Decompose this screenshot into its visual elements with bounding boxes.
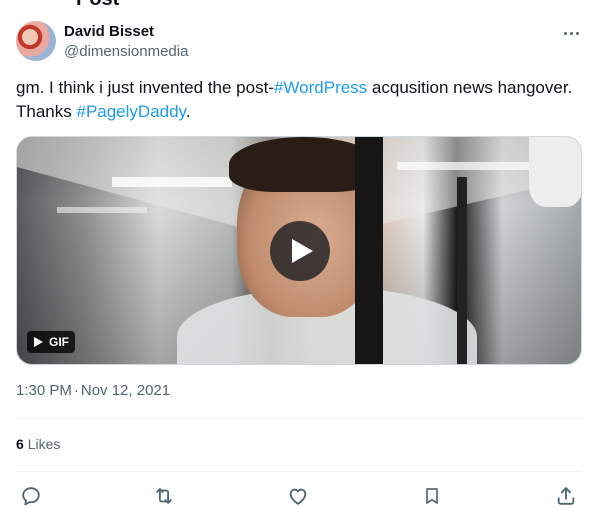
likes-stat[interactable]: 6 Likes (16, 436, 60, 452)
play-icon (292, 239, 313, 263)
divider (16, 418, 582, 419)
action-bar (0, 483, 598, 509)
retweet-icon (156, 488, 172, 504)
date-text: Nov 12, 2021 (80, 382, 171, 399)
bookmark-button[interactable] (419, 483, 445, 509)
like-icon (289, 488, 307, 505)
separator: · (73, 382, 79, 399)
time-text: 1:30 PM (16, 382, 72, 399)
gif-play-icon (34, 337, 43, 347)
hashtag-link-pagelydaddy[interactable]: #PagelyDaddy (76, 102, 185, 121)
pillar-shape (355, 137, 383, 364)
like-button[interactable] (285, 483, 311, 509)
more-dot (569, 31, 573, 35)
pillar-shape (457, 177, 467, 364)
likes-count: 6 (16, 436, 24, 452)
more-options-button[interactable] (560, 23, 582, 43)
gif-label: GIF (49, 335, 69, 349)
author-name[interactable]: David Bisset (64, 23, 154, 40)
more-dot (563, 31, 567, 35)
page-title: Post (76, 0, 119, 11)
share-button[interactable] (553, 483, 579, 509)
bookmark-icon (426, 488, 438, 504)
tweet-text-part: gm. I think i just invented the post- (16, 78, 274, 97)
divider (16, 471, 582, 472)
share-icon (557, 487, 575, 505)
more-dot (575, 31, 579, 35)
avatar[interactable] (16, 21, 56, 61)
gif-media[interactable]: GIF (16, 136, 582, 365)
retweet-button[interactable] (151, 483, 177, 509)
gif-badge: GIF (27, 331, 75, 353)
lamp-shape (529, 137, 581, 207)
tweet-text: gm. I think i just invented the post-#Wo… (16, 76, 582, 124)
likes-label: Likes (27, 436, 61, 452)
reply-icon (22, 487, 40, 506)
tweet-author: David Bisset @dimensionmedia (16, 21, 582, 63)
tweet-text-part: . (185, 102, 191, 121)
author-handle[interactable]: @dimensionmedia (64, 43, 188, 60)
reply-button[interactable] (18, 483, 44, 509)
tweet-timestamp[interactable]: 1:30 PM · Nov 12, 2021 (16, 382, 170, 399)
hashtag-link-wordpress[interactable]: #WordPress (274, 78, 367, 97)
play-button[interactable] (270, 221, 330, 281)
